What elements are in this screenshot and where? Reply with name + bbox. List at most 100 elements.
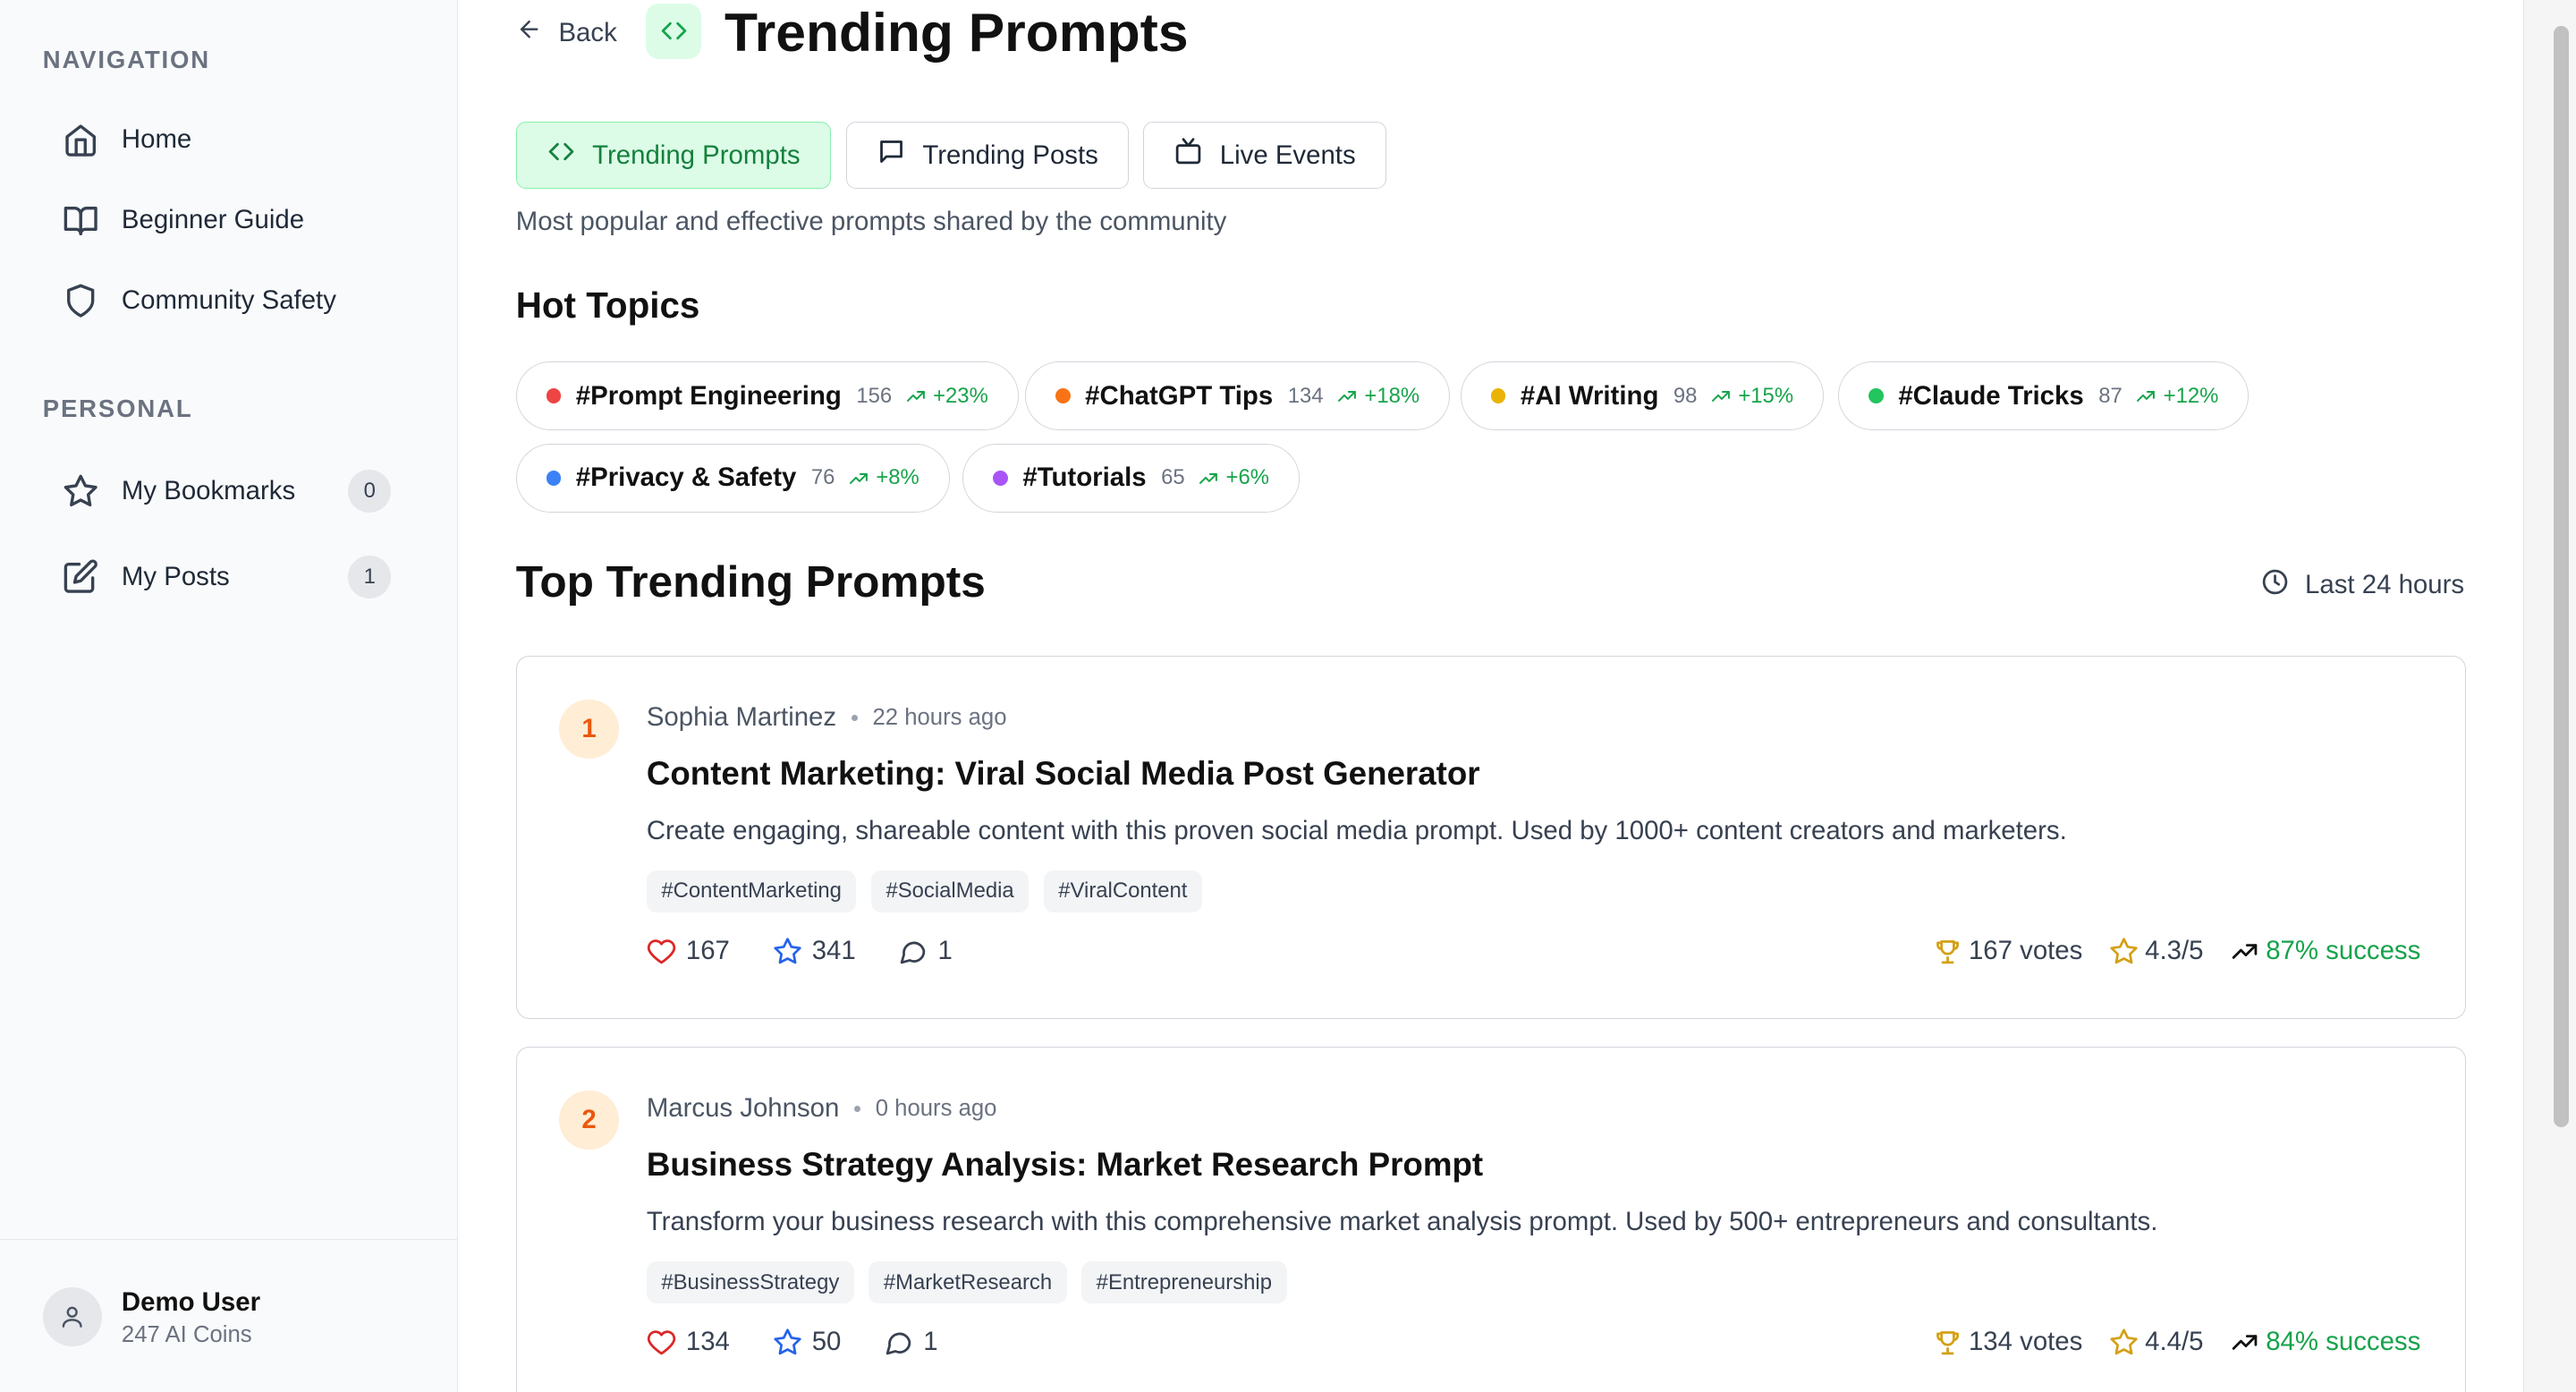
topic-trend: +8% — [848, 465, 919, 490]
tag-list: #ContentMarketing #SocialMedia #ViralCon… — [646, 870, 1202, 913]
topic-dot — [1868, 388, 1884, 403]
card-description: Create engaging, shareable content with … — [646, 815, 2067, 845]
topic-chip[interactable]: #Privacy & Safety 76 +8% — [515, 443, 950, 514]
votes-stat: 134 votes — [1933, 1327, 2082, 1357]
trending-up-icon — [2232, 1334, 2258, 1350]
topic-dot — [993, 471, 1008, 486]
tab-trending-prompts[interactable]: Trending Prompts — [515, 121, 831, 190]
star-button[interactable]: 50 — [773, 1327, 841, 1357]
topic-trend: +15% — [1710, 384, 1793, 409]
topic-chip[interactable]: #Tutorials 65 +6% — [962, 443, 1301, 514]
topic-name: #Prompt Engineering — [575, 380, 842, 411]
like-button[interactable]: 167 — [647, 936, 730, 966]
tag[interactable]: #SocialMedia — [870, 870, 1030, 913]
trending-up-icon — [1338, 390, 1357, 402]
post-time: 0 hours ago — [875, 1095, 997, 1121]
author-name[interactable]: Sophia Martinez — [647, 702, 836, 733]
trophy-icon — [1936, 1330, 1959, 1354]
votes-stat: 167 votes — [1933, 936, 2082, 966]
topic-name: #ChatGPT Tips — [1085, 380, 1274, 411]
like-count: 134 — [685, 1327, 730, 1357]
topic-trend: +12% — [2135, 384, 2218, 409]
back-button[interactable]: Back — [516, 13, 617, 53]
topic-name: #Tutorials — [1022, 463, 1147, 493]
topic-dot — [1055, 388, 1071, 403]
hot-topics-title: Hot Topics — [515, 284, 700, 326]
avatar — [42, 1287, 102, 1347]
card-stats: 167 votes 4.3/5 87% success — [1933, 936, 2420, 966]
topic-chip[interactable]: #AI Writing 98 +15% — [1460, 361, 1825, 431]
clock-icon — [2260, 567, 2290, 604]
like-button[interactable]: 134 — [647, 1327, 730, 1357]
author-line: Sophia Martinez 22 hours ago — [647, 702, 1007, 733]
tag[interactable]: #ContentMarketing — [646, 870, 857, 913]
back-label: Back — [558, 17, 617, 47]
topic-count: 76 — [810, 465, 835, 490]
sidebar-item-my-posts[interactable]: My Posts 1 — [43, 544, 411, 609]
time-range[interactable]: Last 24 hours — [2260, 567, 2464, 604]
page-subtitle: Most popular and effective prompts share… — [515, 207, 1227, 237]
tag[interactable]: #BusinessStrategy — [646, 1260, 854, 1304]
arrow-left-icon — [516, 16, 542, 49]
prompt-card[interactable]: 1 Sophia Martinez 22 hours ago Content M… — [515, 655, 2466, 1019]
author-name[interactable]: Marcus Johnson — [647, 1093, 840, 1124]
topic-name: #AI Writing — [1520, 380, 1659, 411]
topic-chip[interactable]: #Prompt Engineering 156 +23% — [515, 361, 1019, 431]
topic-count: 65 — [1161, 465, 1185, 490]
tag[interactable]: #Entrepreneurship — [1081, 1260, 1287, 1304]
bookmarks-count-badge: 0 — [348, 470, 392, 514]
star-icon — [43, 473, 122, 509]
trending-up-icon — [2137, 390, 2156, 402]
topic-dot — [1490, 388, 1506, 403]
card-title[interactable]: Content Marketing: Viral Social Media Po… — [647, 755, 1480, 793]
trophy-icon — [1936, 939, 1959, 963]
comment-button[interactable]: 1 — [884, 1327, 938, 1357]
sidebar: NAVIGATION Home Beginner Guide Community… — [0, 0, 459, 1392]
topic-count: 87 — [2098, 383, 2123, 408]
topic-trend: +6% — [1198, 465, 1269, 490]
rank-badge: 1 — [559, 699, 619, 759]
sidebar-item-beginner-guide[interactable]: Beginner Guide — [43, 187, 411, 252]
sidebar-item-home[interactable]: Home — [43, 106, 411, 172]
comment-count: 1 — [937, 936, 953, 966]
prompt-card[interactable]: 2 Marcus Johnson 0 hours ago Business St… — [515, 1046, 2466, 1392]
trending-up-icon — [1712, 390, 1731, 402]
topic-trend: +18% — [1336, 384, 1419, 409]
topic-name: #Privacy & Safety — [575, 463, 797, 493]
comment-button[interactable]: 1 — [898, 936, 953, 966]
separator-dot — [853, 1105, 861, 1113]
tab-label: Trending Posts — [922, 140, 1098, 170]
shield-icon — [43, 283, 122, 318]
comment-icon — [901, 941, 926, 963]
rating-stat: 4.3/5 — [2109, 936, 2203, 966]
tab-label: Trending Prompts — [592, 140, 801, 170]
user-profile[interactable]: Demo User 247 AI Coins — [0, 1238, 457, 1392]
tag[interactable]: #ViralContent — [1043, 870, 1202, 913]
topic-count: 134 — [1287, 383, 1324, 408]
tag[interactable]: #MarketResearch — [869, 1260, 1067, 1304]
author-line: Marcus Johnson 0 hours ago — [647, 1093, 997, 1124]
card-title[interactable]: Business Strategy Analysis: Market Resea… — [647, 1146, 1483, 1184]
comment-count: 1 — [923, 1327, 938, 1357]
post-time: 22 hours ago — [872, 704, 1007, 730]
scrollbar-thumb[interactable] — [2554, 26, 2569, 1127]
star-button[interactable]: 341 — [773, 936, 856, 966]
sidebar-item-label: Community Safety — [121, 285, 336, 316]
sidebar-item-my-bookmarks[interactable]: My Bookmarks 0 — [43, 458, 411, 523]
topic-count: 156 — [856, 383, 893, 408]
heart-icon — [647, 1330, 675, 1354]
topic-dot — [546, 471, 562, 486]
sidebar-item-label: My Posts — [121, 561, 230, 591]
topic-chip[interactable]: #Claude Tricks 87 +12% — [1838, 361, 2250, 431]
nav-heading: NAVIGATION — [42, 46, 210, 74]
sidebar-item-community-safety[interactable]: Community Safety — [43, 267, 411, 333]
topic-chip[interactable]: #ChatGPT Tips 134 +18% — [1025, 361, 1451, 431]
rating-stat: 4.4/5 — [2109, 1327, 2203, 1357]
code-icon — [645, 3, 702, 60]
top-prompts-title: Top Trending Prompts — [515, 556, 986, 607]
scrollbar[interactable] — [2523, 0, 2576, 1392]
tab-live-events[interactable]: Live Events — [1143, 121, 1386, 190]
card-actions: 167 341 1 — [647, 936, 953, 966]
tab-trending-posts[interactable]: Trending Posts — [845, 121, 1129, 190]
trending-up-icon — [1199, 472, 1218, 484]
